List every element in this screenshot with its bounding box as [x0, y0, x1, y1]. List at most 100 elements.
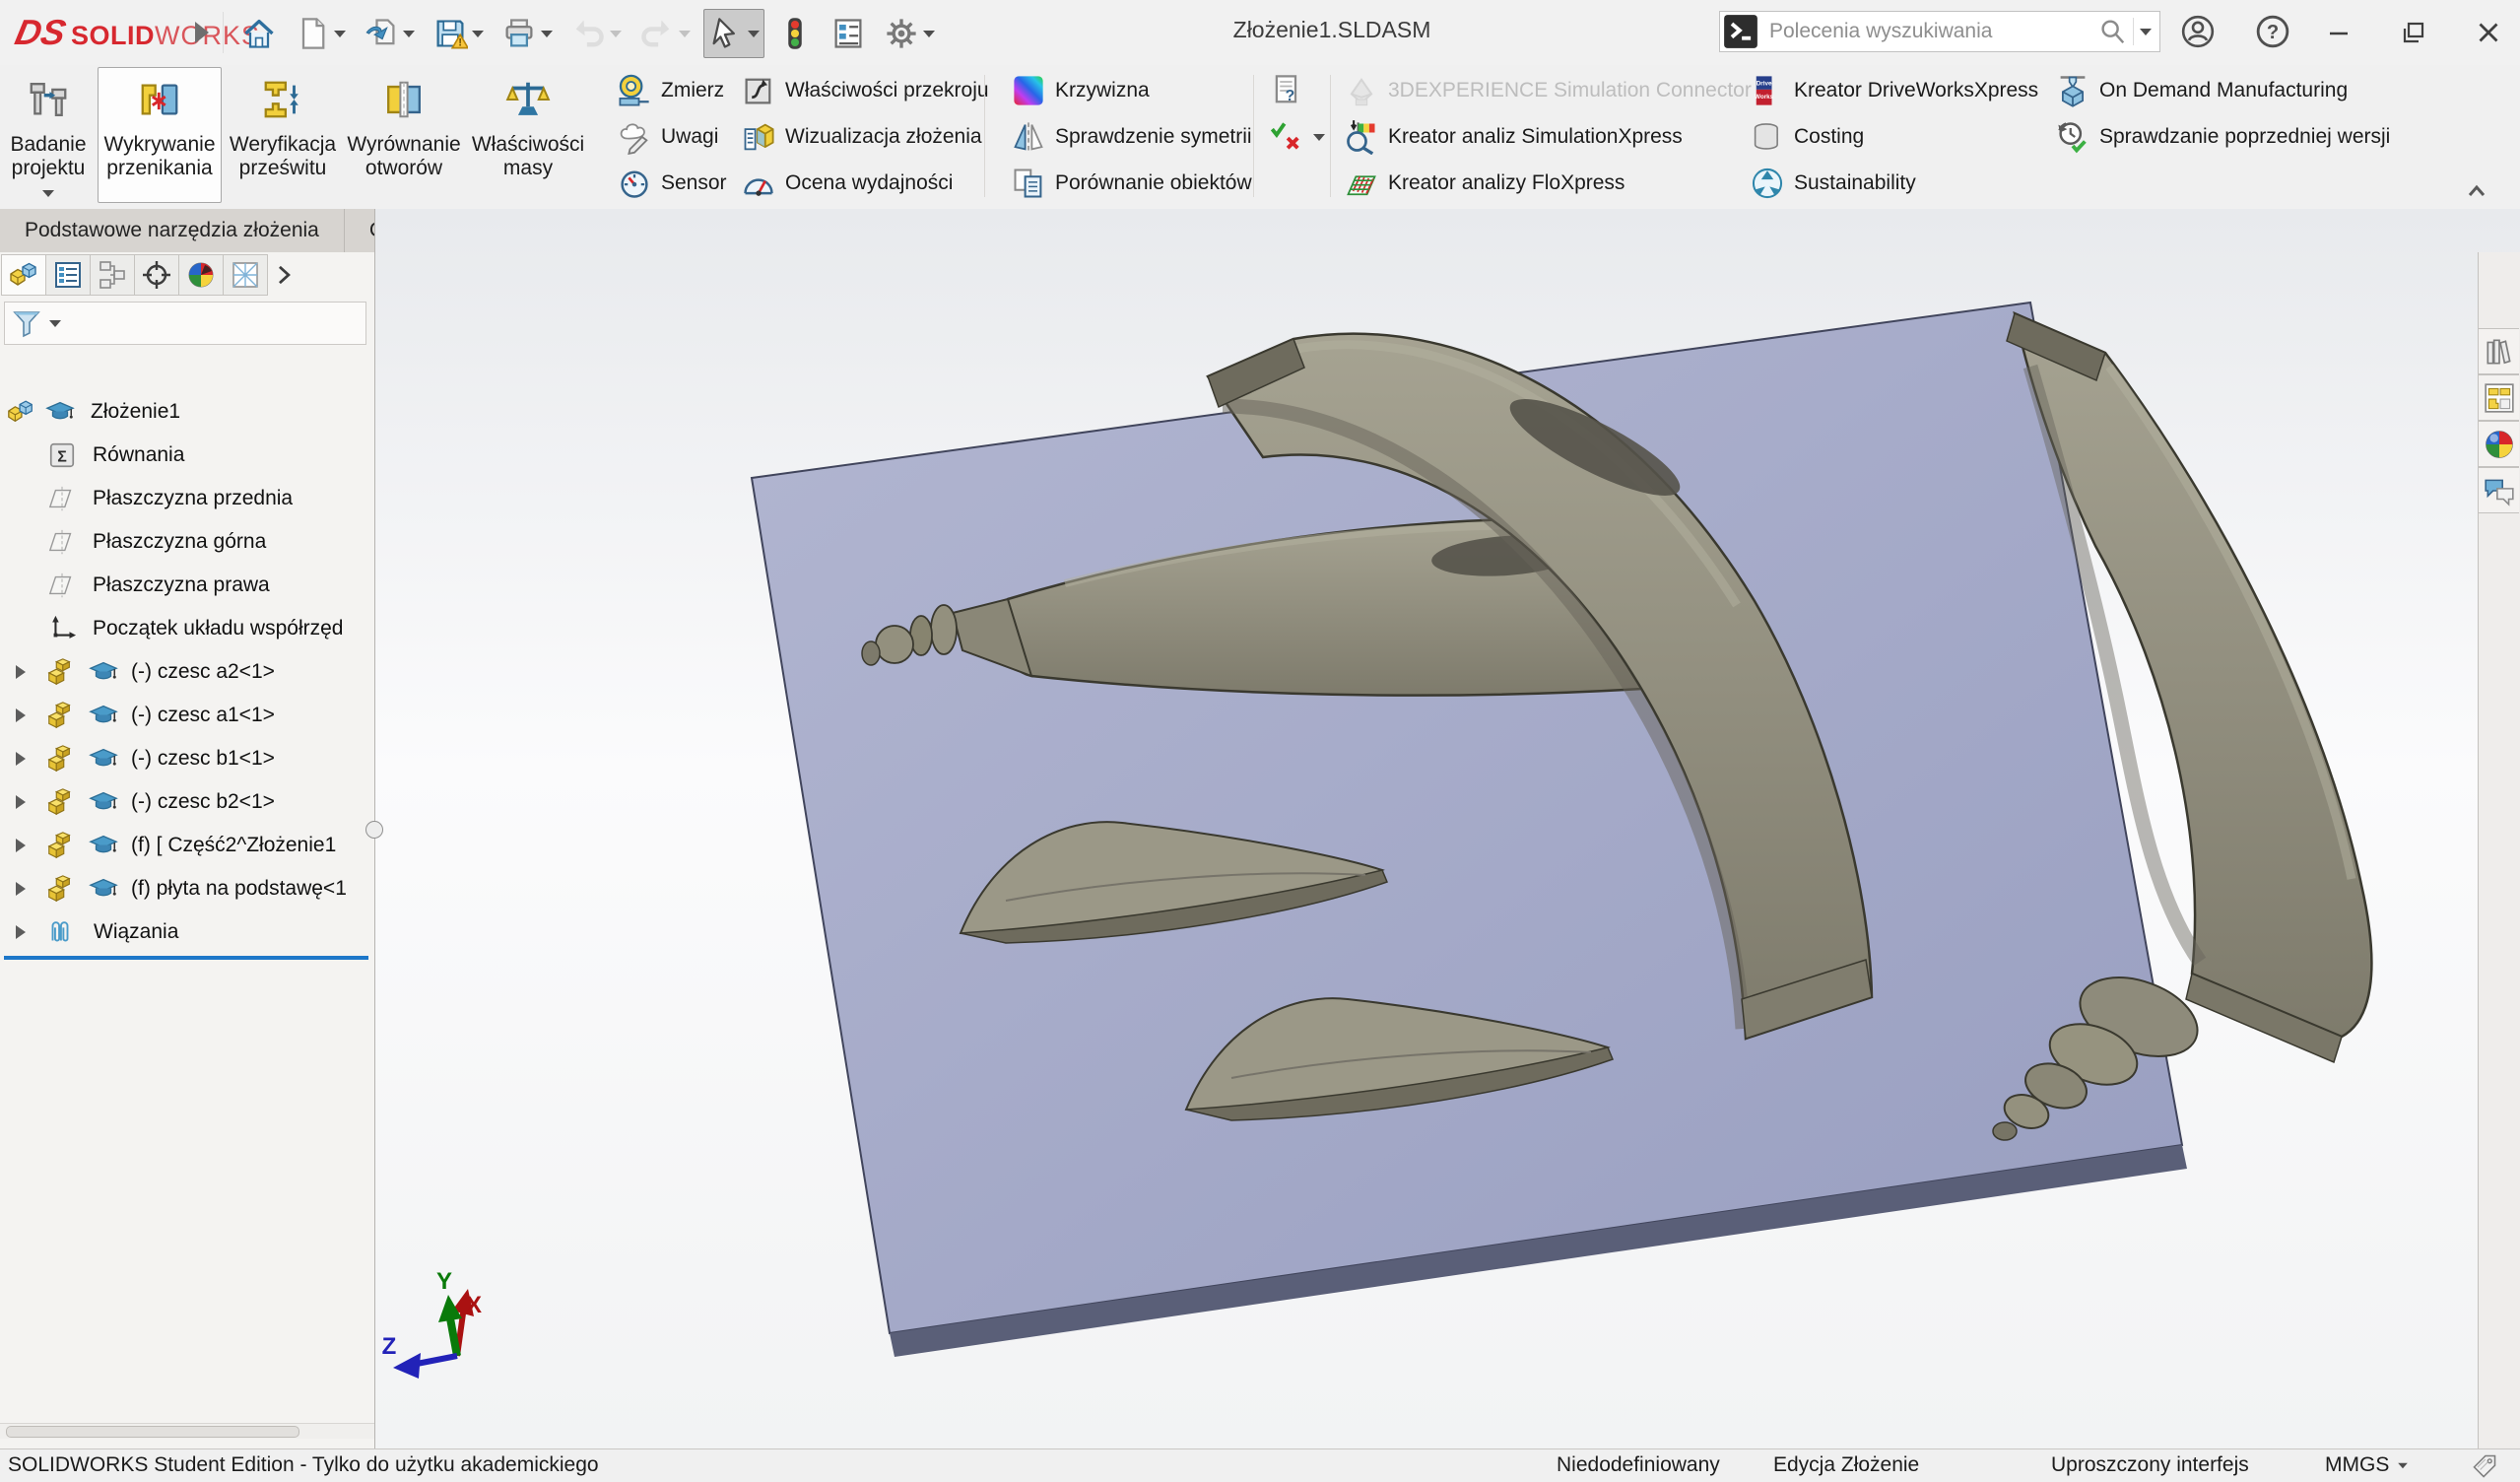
open-button[interactable]	[359, 9, 420, 58]
expand-arrow-icon[interactable]	[16, 795, 26, 809]
settings-gear-button[interactable]	[879, 9, 940, 58]
tree-item[interactable]: Płaszczyzna górna	[0, 520, 374, 564]
tree-item[interactable]: (f) płyta na podstawę<1	[0, 867, 374, 910]
tree-item-label: (-) czesc a1<1>	[131, 694, 275, 737]
tree-item[interactable]: (-) czesc a2<1>	[0, 650, 374, 694]
sensor-button[interactable]: Sensor	[613, 162, 731, 205]
search-dropdown-icon[interactable]	[2140, 29, 2152, 35]
tab-0[interactable]: Podstawowe narzędzia złożenia	[0, 209, 345, 252]
ribbon-button-label: Sustainability	[1794, 171, 1916, 195]
forum-tab[interactable]	[2478, 467, 2519, 513]
featuremanager-tab[interactable]	[1, 254, 46, 296]
content-central-tab[interactable]	[2478, 421, 2519, 467]
new-document-button[interactable]	[290, 9, 351, 58]
search-commands-icon[interactable]	[1723, 14, 1758, 49]
tree-item[interactable]: Płaszczyzna przednia	[0, 477, 374, 520]
part-icon	[45, 874, 75, 904]
previous-version-button[interactable]: Sprawdzanie poprzedniej wersji	[2051, 115, 2394, 159]
panel-splitter-grip[interactable]	[365, 821, 383, 839]
ribbon-group-separator	[1330, 75, 1331, 197]
select-cursor-button[interactable]	[703, 9, 764, 58]
tree-item[interactable]: (f) [ Część2^Złożenie1	[0, 824, 374, 867]
expand-arrow-icon[interactable]	[16, 882, 26, 896]
ribbon-button-label: Zmierz	[661, 79, 724, 102]
section-properties-button[interactable]: Właściwości przekroju	[737, 69, 993, 112]
design-library-tab[interactable]	[2478, 374, 2519, 421]
tree-item[interactable]: ΣRównania	[0, 434, 374, 477]
displaymanager-tab[interactable]	[178, 254, 224, 296]
ribbon-button-label: Wyrównanie otworów	[345, 133, 463, 180]
dimxpert-tab[interactable]	[134, 254, 179, 296]
logo-expand-arrow-icon[interactable]	[195, 22, 209, 43]
assembly-visualization-button[interactable]: Wizualizacja złożenia	[737, 115, 986, 159]
search-input[interactable]	[1761, 20, 2097, 43]
verification-button[interactable]	[1265, 115, 1329, 159]
tree-item[interactable]: Wiązania	[0, 910, 374, 954]
compare-documents-button[interactable]: Porównanie obiektów	[1007, 162, 1256, 205]
tree-item[interactable]: Początek układu współrzęd	[0, 607, 374, 650]
filter-dropdown-icon[interactable]	[49, 320, 61, 327]
search-box[interactable]	[1719, 11, 2160, 52]
tree-item[interactable]: (-) czesc b1<1>	[0, 737, 374, 780]
save-button[interactable]: !	[428, 9, 489, 58]
configurationmanager-tab[interactable]	[90, 254, 135, 296]
symmetry-check-button[interactable]: Sprawdzenie symetrii	[1007, 115, 1256, 159]
interference-detection-button[interactable]: Wykrywanie przenikania	[98, 67, 222, 203]
driveworksxpress-button[interactable]: DriveWorksKreator DriveWorksXpress	[1746, 69, 2042, 112]
user-account-icon[interactable]	[2179, 13, 2217, 50]
measure-button[interactable]: Zmierz	[613, 69, 728, 112]
restore-button[interactable]	[2392, 11, 2435, 54]
search-divider	[2133, 18, 2134, 45]
tree-scrollbar-thumb[interactable]	[6, 1426, 299, 1438]
tree-item[interactable]: (-) czesc a1<1>	[0, 694, 374, 737]
tag-icon[interactable]	[2471, 1452, 2498, 1480]
undo-button[interactable]	[565, 9, 627, 58]
close-button[interactable]	[2467, 11, 2510, 54]
annotations-button[interactable]: Uwagi	[613, 115, 722, 159]
design-study-button[interactable]: Badanie projektu	[2, 67, 95, 203]
performance-evaluation-button[interactable]: Ocena wydajności	[737, 162, 957, 205]
check-document-button[interactable]: ?	[1265, 69, 1308, 112]
undo-icon	[570, 16, 606, 51]
tree-item-label: Równania	[93, 434, 184, 477]
status-item-label: Uproszczony interfejs	[2051, 1449, 2249, 1481]
sustainability-button[interactable]: Sustainability	[1746, 162, 1920, 205]
minimize-button[interactable]	[2317, 11, 2360, 54]
driveworksxpress-icon: DriveWorks	[1750, 73, 1785, 108]
resources-tab[interactable]	[2478, 328, 2519, 374]
expand-arrow-icon[interactable]	[16, 752, 26, 766]
rollback-bar[interactable]	[4, 956, 368, 960]
status-item-label: MMGS	[2325, 1449, 2389, 1481]
graphics-area[interactable]: Y X Z	[375, 209, 2520, 1448]
floxpress-button[interactable]: Kreator analizy FloXpress	[1340, 162, 1628, 205]
clearance-verification-button[interactable]: Weryfikacja prześwitu	[225, 67, 341, 203]
redo-button[interactable]	[634, 9, 696, 58]
costing-button[interactable]: Costing	[1746, 115, 1868, 159]
print-button[interactable]	[497, 9, 558, 58]
traffic-light-button[interactable]	[772, 9, 818, 58]
tree-item[interactable]: (-) czesc b2<1>	[0, 780, 374, 824]
simulationxpress-button[interactable]: Kreator analiz SimulationXpress	[1340, 115, 1687, 159]
propertymanager-icon	[52, 259, 84, 291]
expand-arrow-icon[interactable]	[16, 665, 26, 679]
expand-arrow-icon[interactable]	[16, 839, 26, 852]
properties-form-button[interactable]	[826, 9, 871, 58]
tree-filter-bar[interactable]	[4, 302, 366, 345]
ribbon-collapse-icon[interactable]	[2461, 175, 2492, 207]
filter-funnel-icon[interactable]	[11, 307, 42, 339]
expand-arrow-icon[interactable]	[16, 708, 26, 722]
tree-item[interactable]: Złożenie1	[0, 390, 374, 434]
cam-tab-tab[interactable]	[223, 254, 268, 296]
help-icon[interactable]: ?	[2254, 13, 2291, 50]
curvature-button[interactable]: Krzywizna	[1007, 69, 1154, 112]
graphics-viewport[interactable]: Y X Z	[374, 209, 2520, 1448]
on-demand-manufacturing-button[interactable]: On Demand Manufacturing	[2051, 69, 2352, 112]
expand-arrow-icon[interactable]	[16, 925, 26, 939]
tree-item[interactable]: Płaszczyzna prawa	[0, 564, 374, 607]
home-button[interactable]	[236, 9, 282, 58]
mass-properties-button[interactable]: Właściwości masy	[467, 67, 589, 203]
propertymanager-tab[interactable]	[45, 254, 91, 296]
hole-alignment-button[interactable]: Wyrównanie otworów	[344, 67, 464, 203]
magnifier-icon[interactable]	[2097, 17, 2127, 46]
panel-tabs-overflow-button[interactable]	[268, 254, 299, 296]
